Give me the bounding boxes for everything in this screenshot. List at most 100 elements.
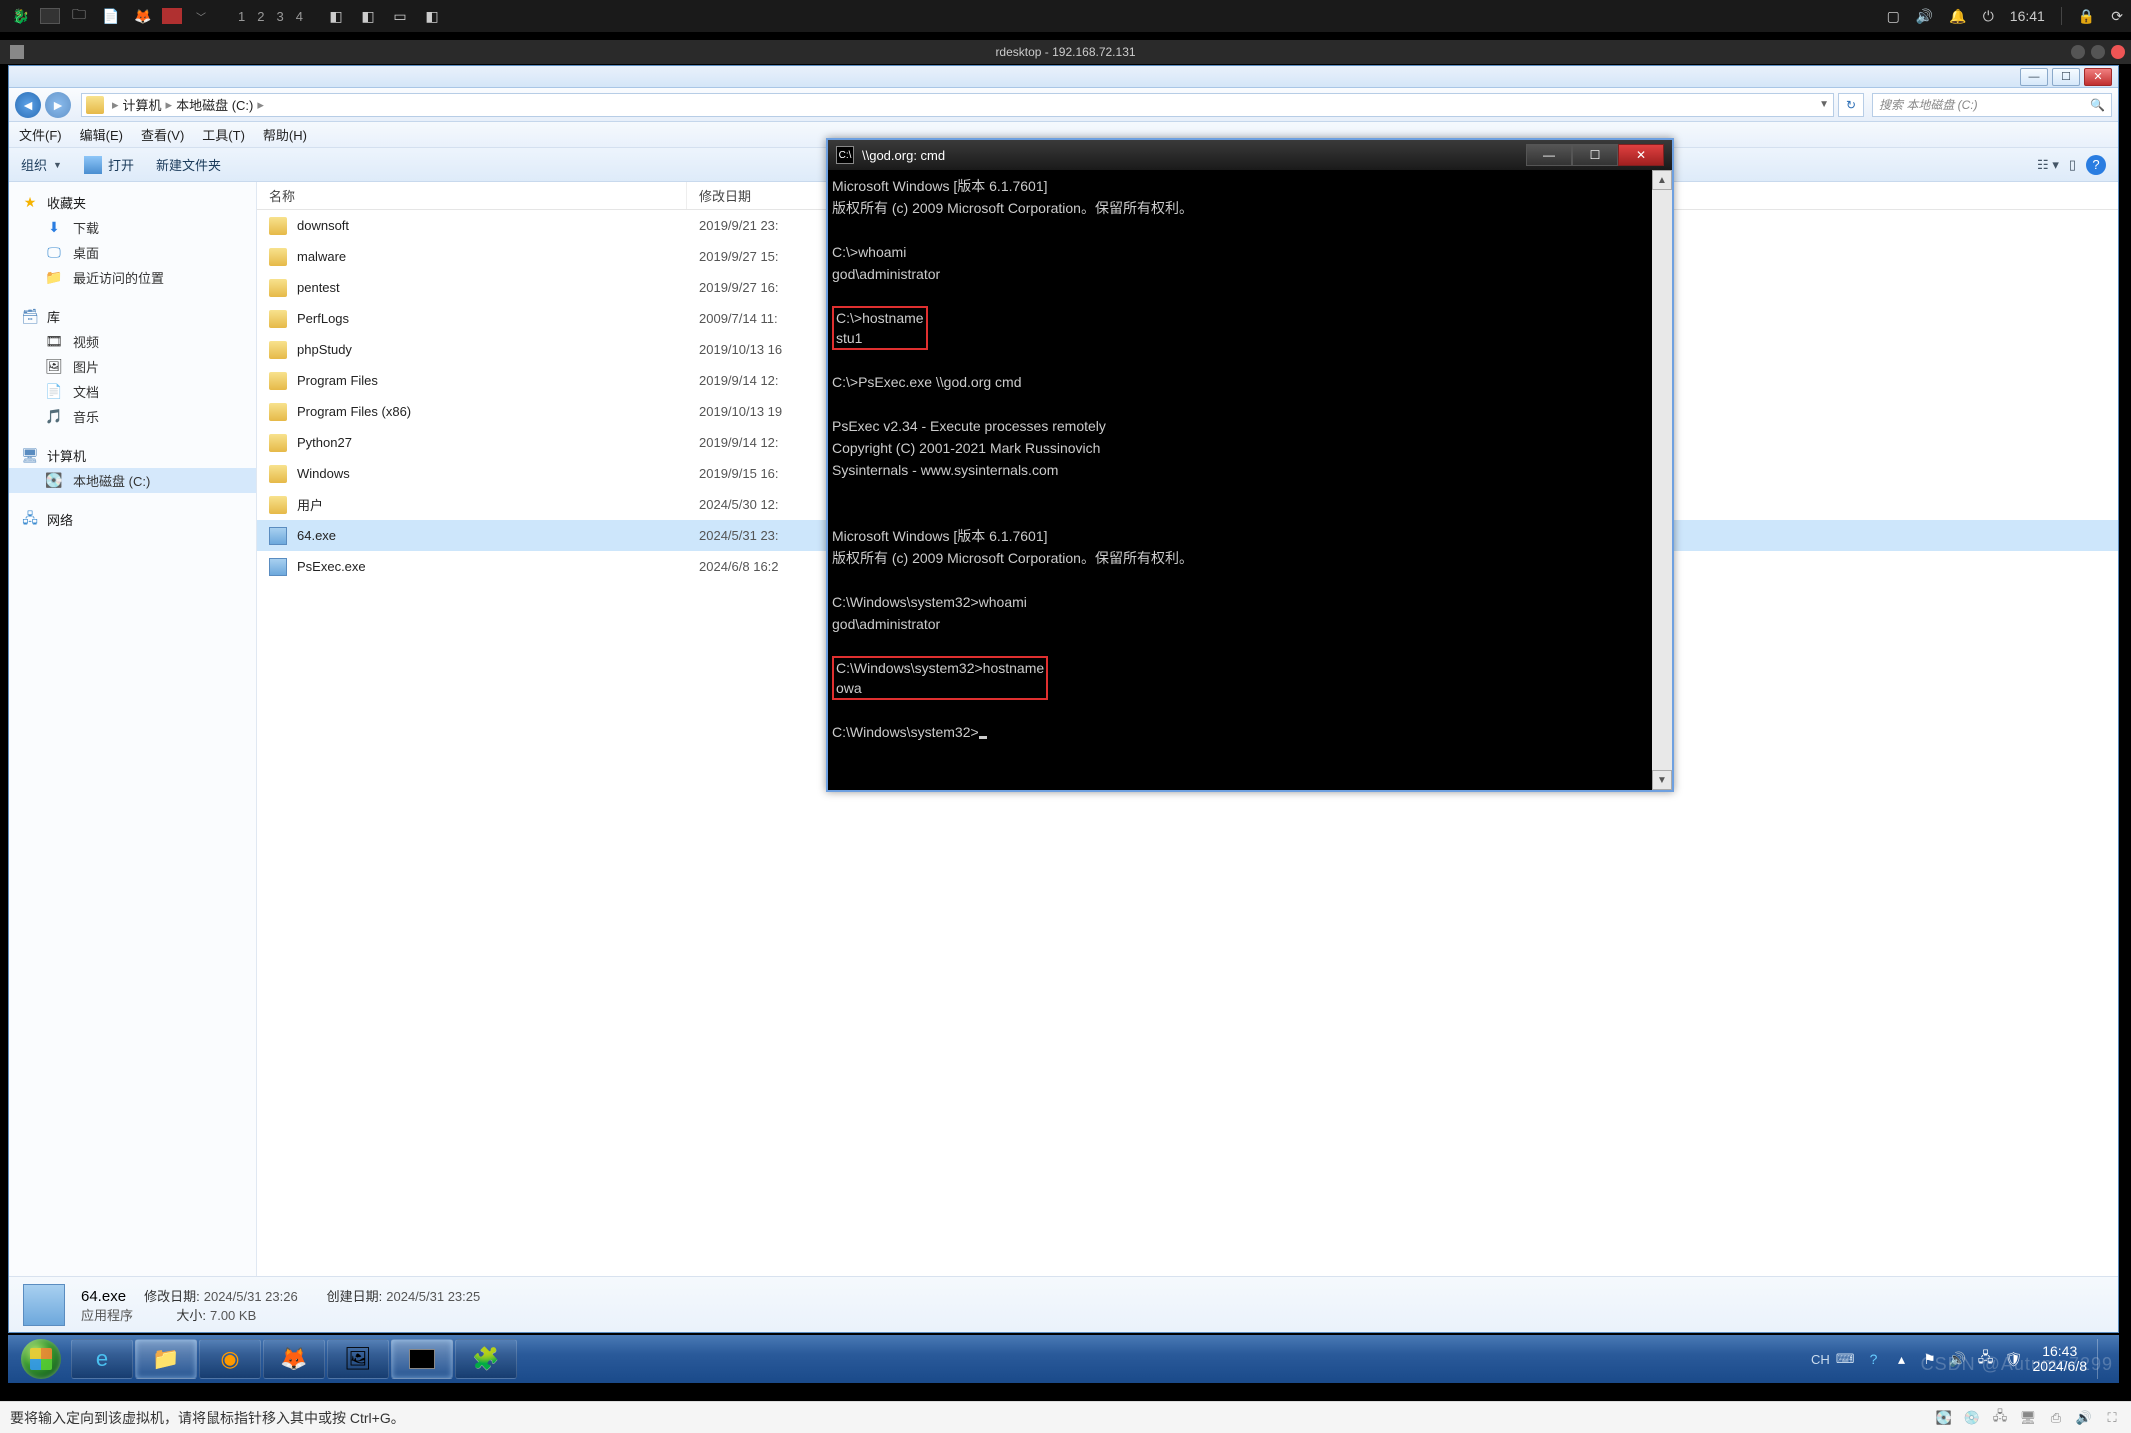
sidebar-libraries[interactable]: 🗃库 bbox=[9, 304, 256, 329]
explorer-titlebar[interactable]: — ☐ ✕ bbox=[9, 66, 2118, 88]
menu-file[interactable]: 文件(F) bbox=[19, 125, 62, 144]
taskbar-app2[interactable]: 🧩 bbox=[455, 1339, 517, 1379]
new-folder-button[interactable]: 新建文件夹 bbox=[156, 155, 221, 174]
scroll-track[interactable] bbox=[1652, 190, 1672, 770]
lock-icon[interactable]: 🔒 bbox=[2078, 8, 2095, 25]
nav-back-button[interactable]: ◄ bbox=[15, 92, 41, 118]
view-mode-icon[interactable]: ☷ ▾ bbox=[2037, 157, 2059, 173]
task-indicator-icon[interactable]: ◧ bbox=[419, 5, 445, 27]
files-icon[interactable]: 🗀 bbox=[66, 5, 92, 27]
sidebar-music[interactable]: 🎵音乐 bbox=[9, 404, 256, 429]
cmd-scrollbar[interactable]: ▲ ▼ bbox=[1652, 170, 1672, 790]
workspace-4[interactable]: 4 bbox=[296, 9, 303, 24]
workspace-switcher[interactable]: 1 2 3 4 bbox=[238, 9, 303, 24]
close-button[interactable]: ✕ bbox=[2084, 68, 2112, 86]
menu-view[interactable]: 查看(V) bbox=[141, 125, 184, 144]
taskbar-firefox[interactable]: 🦊 bbox=[263, 1339, 325, 1379]
window-close-icon[interactable] bbox=[2111, 45, 2125, 59]
cmd-close-button[interactable]: ✕ bbox=[1618, 144, 1664, 166]
star-icon: ★ bbox=[21, 194, 39, 212]
firefox-icon[interactable]: 🦊 bbox=[130, 5, 156, 27]
menu-help[interactable]: 帮助(H) bbox=[263, 125, 307, 144]
tray-expand-icon[interactable]: ▴ bbox=[1893, 1350, 1911, 1368]
minimize-button[interactable]: — bbox=[2020, 68, 2048, 86]
taskbar-cmd[interactable] bbox=[391, 1339, 453, 1379]
tray-network-icon[interactable]: 🖧 bbox=[1977, 1350, 1995, 1368]
show-desktop-button[interactable] bbox=[2097, 1339, 2107, 1379]
sidebar-network[interactable]: 🖧网络 bbox=[9, 507, 256, 532]
editor-icon[interactable]: 📄 bbox=[98, 5, 124, 27]
taskbar-explorer[interactable]: 📁 bbox=[135, 1339, 197, 1379]
help-icon[interactable]: ? bbox=[2086, 155, 2106, 175]
window-minimize-icon[interactable] bbox=[2071, 45, 2085, 59]
maximize-button[interactable]: ☐ bbox=[2052, 68, 2080, 86]
window-maximize-icon[interactable] bbox=[2091, 45, 2105, 59]
drive-icon bbox=[86, 96, 104, 114]
sidebar-videos[interactable]: 🎞视频 bbox=[9, 329, 256, 354]
start-button[interactable] bbox=[12, 1337, 70, 1381]
vm-sound-icon[interactable]: 🔊 bbox=[2075, 1409, 2093, 1427]
cmd-maximize-button[interactable]: ☐ bbox=[1572, 144, 1618, 166]
column-name[interactable]: 名称 bbox=[257, 182, 687, 209]
breadcrumb[interactable]: ▸ 计算机 ▸ 本地磁盘 (C:) ▸ ▼ bbox=[81, 93, 1834, 117]
vm-fullscreen-icon[interactable]: ⛶ bbox=[2103, 1409, 2121, 1427]
taskbar-media[interactable]: ◉ bbox=[199, 1339, 261, 1379]
cmd-output[interactable]: Microsoft Windows [版本 6.1.7601] 版权所有 (c)… bbox=[828, 170, 1652, 790]
breadcrumb-computer[interactable]: 计算机 bbox=[123, 95, 162, 114]
power-icon[interactable]: ⏻ bbox=[1983, 8, 1994, 25]
taskbar-ie[interactable]: e bbox=[71, 1339, 133, 1379]
tray-clock[interactable]: 16:43 2024/6/8 bbox=[2033, 1344, 2088, 1374]
notification-icon[interactable]: 🔔 bbox=[1949, 8, 1966, 25]
vm-network-icon[interactable]: 🖧 bbox=[1991, 1409, 2009, 1427]
volume-icon[interactable]: 🔊 bbox=[1916, 8, 1933, 25]
tray-volume-icon[interactable]: 🔊 bbox=[1949, 1350, 1967, 1368]
nav-forward-button[interactable]: ► bbox=[45, 92, 71, 118]
sidebar-pictures[interactable]: 🖼图片 bbox=[9, 354, 256, 379]
refresh-button[interactable]: ↻ bbox=[1838, 93, 1864, 117]
sidebar-desktop[interactable]: 🖵桌面 bbox=[9, 240, 256, 265]
kali-logo-icon[interactable]: 🐉 bbox=[8, 5, 34, 27]
vm-display-icon[interactable]: 🖥 bbox=[2019, 1409, 2037, 1427]
vm-cd-icon[interactable]: 💿 bbox=[1963, 1409, 1981, 1427]
vm-drive-icon[interactable]: 💽 bbox=[1935, 1409, 1953, 1427]
cmd-window[interactable]: C:\ \\god.org: cmd — ☐ ✕ Microsoft Windo… bbox=[826, 138, 1674, 792]
organize-button[interactable]: 组织 ▼ bbox=[21, 155, 62, 174]
breadcrumb-dropdown-icon[interactable]: ▼ bbox=[1819, 99, 1829, 110]
task-indicator-icon[interactable]: ▭ bbox=[387, 5, 413, 27]
task-indicator-icon[interactable]: ◧ bbox=[355, 5, 381, 27]
vm-icon[interactable] bbox=[162, 8, 182, 24]
cmd-titlebar[interactable]: C:\ \\god.org: cmd — ☐ ✕ bbox=[828, 140, 1672, 170]
cmd-minimize-button[interactable]: — bbox=[1526, 144, 1572, 166]
workspace-3[interactable]: 3 bbox=[276, 9, 283, 24]
menu-tools[interactable]: 工具(T) bbox=[202, 125, 245, 144]
sidebar-documents[interactable]: 📄文档 bbox=[9, 379, 256, 404]
tray-help-icon[interactable]: ? bbox=[1865, 1350, 1883, 1368]
preview-pane-icon[interactable]: ▯ bbox=[2069, 157, 2076, 173]
file-name: Program Files bbox=[297, 373, 378, 388]
task-indicator-icon[interactable]: ◧ bbox=[323, 5, 349, 27]
vm-usb-icon[interactable]: ⎙ bbox=[2047, 1409, 2065, 1427]
logout-icon[interactable]: ⟳ bbox=[2111, 8, 2123, 25]
sidebar-favorites[interactable]: ★收藏夹 bbox=[9, 190, 256, 215]
rdesktop-titlebar[interactable]: rdesktop - 192.168.72.131 bbox=[0, 40, 2131, 64]
terminal-icon[interactable] bbox=[40, 8, 60, 24]
search-input[interactable]: 搜索 本地磁盘 (C:) 🔍 bbox=[1872, 93, 2112, 117]
scroll-down-icon[interactable]: ▼ bbox=[1652, 770, 1672, 790]
sidebar-computer[interactable]: 🖥计算机 bbox=[9, 443, 256, 468]
tray-flag-icon[interactable]: ⚑ bbox=[1921, 1350, 1939, 1368]
workspace-1[interactable]: 1 bbox=[238, 9, 245, 24]
sidebar-downloads[interactable]: ⬇下载 bbox=[9, 215, 256, 240]
taskbar-app[interactable]: 🖼 bbox=[327, 1339, 389, 1379]
menu-edit[interactable]: 编辑(E) bbox=[80, 125, 123, 144]
workspace-2[interactable]: 2 bbox=[257, 9, 264, 24]
breadcrumb-drive[interactable]: 本地磁盘 (C:) bbox=[176, 95, 253, 114]
search-icon[interactable]: 🔍 bbox=[2090, 98, 2105, 112]
open-button[interactable]: 打开 bbox=[84, 155, 134, 174]
sidebar-local-disk-c[interactable]: 💽本地磁盘 (C:) bbox=[9, 468, 256, 493]
scroll-up-icon[interactable]: ▲ bbox=[1652, 170, 1672, 190]
dropdown-icon[interactable]: ﹀ bbox=[188, 5, 214, 27]
sidebar-recent[interactable]: 📁最近访问的位置 bbox=[9, 265, 256, 290]
tray-shield-icon[interactable]: 🛡 bbox=[2005, 1350, 2023, 1368]
tray-language[interactable]: CH ⌨ bbox=[1811, 1351, 1855, 1367]
screen-icon[interactable]: ▢ bbox=[1887, 8, 1900, 25]
